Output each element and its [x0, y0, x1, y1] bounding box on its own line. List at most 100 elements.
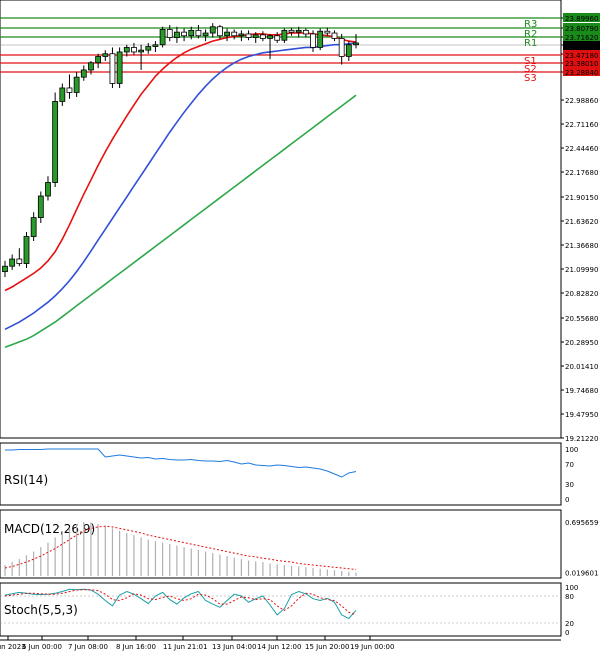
price-tick-label: 20.55680: [565, 315, 598, 323]
moving-averages: [4, 32, 357, 349]
candle: [102, 50, 109, 61]
candle: [317, 28, 324, 51]
macd-label: MACD(12,26,9): [4, 522, 95, 536]
time-tick-label: 11 Jun 21:01: [163, 643, 207, 651]
candle: [274, 32, 281, 43]
rsi-tick-label: 70: [565, 461, 574, 469]
pivot-label-s3: S3: [524, 73, 537, 84]
candle: [138, 44, 145, 70]
candle-body: [37, 195, 44, 219]
time-tick-label: 8 Jun 16:00: [116, 643, 156, 651]
stoch-tick-label: 80: [565, 593, 574, 601]
candle-body: [202, 32, 209, 37]
rsi-line: [5, 448, 357, 478]
candle: [73, 71, 80, 97]
candle: [245, 30, 252, 41]
candle-body: [2, 265, 8, 273]
candle-body: [131, 47, 137, 53]
candle-body: [145, 46, 152, 51]
candle-body: [317, 30, 324, 48]
candle: [174, 26, 180, 43]
price-tick-label: 22.98860: [565, 97, 598, 105]
candle-body: [181, 31, 187, 37]
candle: [116, 47, 123, 88]
candle-body: [324, 30, 331, 34]
price-tick-label: 21.90150: [565, 194, 598, 202]
candle: [209, 23, 216, 38]
candle-body: [166, 29, 173, 38]
candle-body: [88, 62, 94, 71]
candle: [152, 41, 159, 52]
candle: [45, 176, 51, 201]
macd-tick-label: 0.695659: [565, 519, 598, 527]
candle-body: [109, 53, 116, 84]
candle: [66, 74, 73, 99]
price-tick-label: 20.82820: [565, 290, 598, 298]
candle: [302, 28, 309, 38]
price-tick-label: 20.01410: [565, 363, 598, 371]
candle: [59, 83, 66, 106]
candle-body: [30, 217, 37, 237]
candle-body: [231, 31, 238, 37]
price-tick-label: 22.71160: [565, 121, 598, 129]
candle: [37, 191, 44, 224]
candle: [80, 65, 87, 81]
pane-frame: [0, 442, 562, 506]
candle-body: [195, 29, 202, 37]
stoch-tick-label: 100: [565, 584, 578, 592]
candle-body: [123, 47, 130, 53]
price-axis: 22.98860 22.71160 22.44460 22.17680 21.90150…: [561, 13, 600, 443]
moving-average-line: [4, 42, 357, 331]
candle-body: [116, 51, 123, 84]
time-tick-label: 15 Jun 20:00: [305, 643, 349, 651]
price-tick-label: 19.21220: [565, 435, 598, 443]
candle-body: [353, 42, 359, 46]
stoch-pane: Stoch(5,5,3) 10080 200: [0, 584, 578, 637]
candle-body: [238, 33, 245, 37]
candle-body: [302, 29, 309, 35]
candle-body: [209, 26, 216, 34]
candle-body: [245, 33, 252, 38]
candle-body: [288, 29, 295, 33]
candle: [16, 248, 23, 267]
candle-body: [345, 44, 352, 57]
pivot-value-s3: 23.28840: [565, 69, 598, 77]
candle: [95, 53, 102, 69]
price-tick-label: 21.09990: [565, 266, 598, 274]
candle: [324, 27, 331, 36]
price-tick-label: 19.47950: [565, 411, 598, 419]
candle: [310, 30, 316, 52]
candle: [338, 33, 345, 65]
price-tick-label: 19.74680: [565, 387, 598, 395]
time-axis: 5 Jun 20236 Jun 00:007 Jun 08:008 Jun 16…: [0, 636, 394, 651]
candle-body: [138, 49, 145, 53]
pivot-value-s2: 23.38010: [565, 60, 598, 68]
candle-body: [216, 26, 223, 37]
candle-body: [338, 38, 345, 57]
time-tick-label: 19 Jun 00:00: [350, 643, 394, 651]
price-tick-label: 22.17680: [565, 169, 598, 177]
candle-body: [310, 33, 316, 48]
price-tick-label: 22.44460: [565, 145, 598, 153]
candle-body: [45, 182, 51, 197]
rsi-tick-label: 100: [565, 446, 578, 454]
candle-body: [59, 87, 66, 102]
candle-body: [274, 35, 281, 41]
candle: [224, 28, 230, 42]
candle: [259, 31, 266, 42]
rsi-label: RSI(14): [4, 473, 48, 487]
pivot-value-r1: 23.71620: [565, 34, 598, 42]
candle: [9, 254, 16, 270]
candle-body: [52, 101, 59, 183]
candle-body: [23, 236, 30, 264]
time-tick-label: 7 Jun 08:00: [68, 643, 108, 651]
pivot-value-r3: 23.89960: [565, 15, 598, 23]
candle-body: [102, 53, 109, 57]
candlesticks: [2, 23, 359, 278]
candle: [231, 29, 238, 40]
time-tick-label: 14 Jun 12:00: [257, 643, 301, 651]
candle: [2, 260, 8, 278]
candle-body: [9, 258, 16, 267]
candle-body: [331, 32, 338, 39]
macd-tick-label: 0.019601: [565, 570, 598, 578]
